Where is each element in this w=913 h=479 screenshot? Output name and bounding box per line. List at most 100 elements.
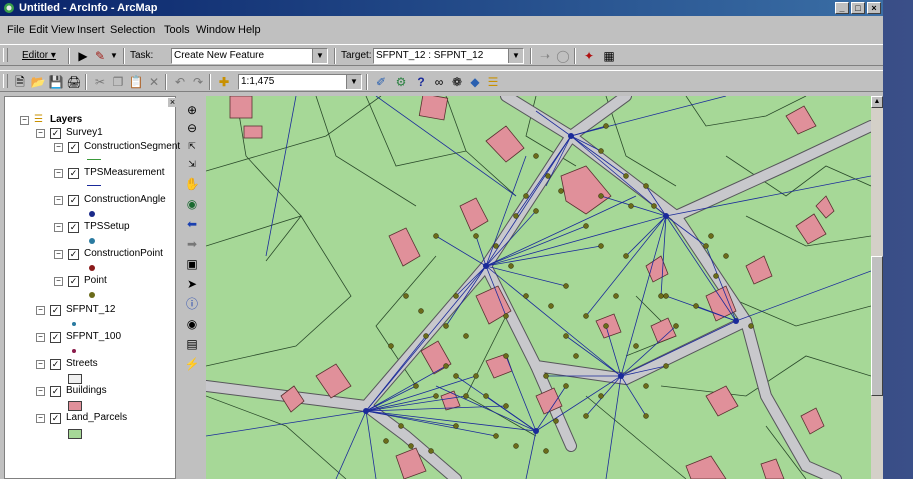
point-symbol	[89, 292, 95, 298]
redo-icon[interactable]: ↷	[190, 74, 206, 90]
collapse-icon[interactable]: −	[54, 169, 63, 178]
link-icon[interactable]: ∞	[431, 74, 447, 90]
layer-visibility-checkbox[interactable]: ✓	[68, 142, 79, 153]
open-folder-icon[interactable]: 📂	[30, 74, 46, 90]
network-icon[interactable]: ❁	[449, 74, 465, 90]
menu-view[interactable]: View	[51, 22, 75, 38]
toolbar-separator	[209, 74, 211, 90]
select-elements-icon[interactable]: ▣	[184, 256, 200, 272]
maximize-button[interactable]: □	[851, 2, 865, 14]
scrollbar-thumb[interactable]	[871, 256, 883, 396]
menu-edit[interactable]: Edit	[29, 22, 48, 38]
collapse-icon[interactable]: −	[36, 333, 45, 342]
layer-stack-icon[interactable]: ☰	[485, 74, 501, 90]
chevron-down-icon[interactable]: ▼	[106, 48, 122, 64]
collapse-icon[interactable]: −	[36, 387, 45, 396]
topology-tool-icon[interactable]: ✦	[581, 48, 597, 64]
close-button[interactable]: ×	[867, 2, 881, 14]
measure-icon[interactable]: ▤	[184, 336, 200, 352]
layer-visibility-checkbox[interactable]: ✓	[50, 413, 61, 424]
layer-visibility-checkbox[interactable]: ✓	[50, 128, 61, 139]
layer-visibility-checkbox[interactable]: ✓	[68, 168, 79, 179]
map-scale-dropdown[interactable]: 1:1,475 ▼	[238, 74, 362, 90]
sketch-properties-icon[interactable]: ◯	[555, 48, 571, 64]
toc-close-button[interactable]: ×	[168, 98, 177, 107]
menu-file[interactable]: File	[7, 22, 25, 38]
tools-toolbar: ⊕ ⊖ ⇱ ⇲ ✋ ◉ ⬅ ➡ ▣ ➤ ⓘ ◉ ▤ ⚡	[181, 96, 203, 479]
layer-visibility-checkbox[interactable]: ✓	[68, 222, 79, 233]
zoom-in-icon[interactable]: ⊕	[184, 102, 200, 118]
toolbar-grip[interactable]	[3, 74, 8, 88]
add-data-icon[interactable]: ✚	[216, 74, 232, 90]
model-builder-icon[interactable]: ◆	[467, 74, 483, 90]
toc-layer-label: Point	[84, 275, 107, 286]
attributes-table-icon[interactable]: ▦	[601, 48, 617, 64]
minimize-button[interactable]: _	[835, 2, 849, 14]
copy-icon[interactable]: ❐	[110, 74, 126, 90]
layer-visibility-checkbox[interactable]: ✓	[50, 359, 61, 370]
map-canvas[interactable]	[206, 96, 871, 479]
collapse-icon[interactable]: −	[36, 306, 45, 315]
cut-icon[interactable]: ✂	[92, 74, 108, 90]
new-document-icon[interactable]: 🗎	[12, 74, 28, 90]
line-symbol	[87, 159, 101, 160]
collapse-icon[interactable]: −	[54, 143, 63, 152]
sketch-line-icon[interactable]: ➝	[537, 48, 553, 64]
scroll-up-arrow-icon[interactable]: ▲	[871, 96, 883, 108]
target-dropdown[interactable]: SFPNT_12 : SFPNT_12 ▼	[373, 48, 524, 64]
save-icon[interactable]: 💾	[48, 74, 64, 90]
pan-icon[interactable]: ✋	[184, 176, 200, 192]
collapse-icon[interactable]: −	[54, 250, 63, 259]
zoom-out-icon[interactable]: ⊖	[184, 120, 200, 136]
line-symbol	[87, 185, 101, 186]
edit-tool-arrow-icon[interactable]: ▶	[75, 48, 91, 64]
hyperlink-icon[interactable]: ⚡	[184, 356, 200, 372]
chevron-down-icon[interactable]: ▼	[312, 49, 327, 63]
menu-window[interactable]: Window	[196, 22, 235, 38]
chevron-down-icon[interactable]: ▼	[346, 75, 361, 89]
collapse-icon[interactable]: −	[36, 360, 45, 369]
standard-toolbar: 🗎 📂 💾 🖨 ✂ ❐ 📋 ✕ ↶ ↷ ✚ 1:1,475 ▼ ✐ ⚙ ? ∞ …	[0, 70, 883, 92]
menu-bar: File Edit View Insert Selection Tools Wi…	[0, 22, 883, 38]
collapse-icon[interactable]: −	[54, 223, 63, 232]
toc-layer-label: Land_Parcels	[66, 412, 128, 423]
point-symbol	[72, 349, 76, 353]
map-display[interactable]	[206, 96, 871, 479]
delete-icon[interactable]: ✕	[146, 74, 162, 90]
fixed-zoom-in-icon[interactable]: ⇱	[184, 138, 200, 154]
collapse-icon[interactable]: −	[20, 116, 29, 125]
identify-icon[interactable]: ⓘ	[184, 296, 200, 312]
editor-toolbar-toggle-icon[interactable]: ✐	[373, 74, 389, 90]
paste-icon[interactable]: 📋	[128, 74, 144, 90]
task-dropdown[interactable]: Create New Feature ▼	[171, 48, 328, 64]
select-arrow-icon[interactable]: ➤	[184, 276, 200, 292]
layer-visibility-checkbox[interactable]: ✓	[50, 332, 61, 343]
collapse-icon[interactable]: −	[54, 196, 63, 205]
menu-help[interactable]: Help	[238, 22, 261, 38]
layer-visibility-checkbox[interactable]: ✓	[68, 276, 79, 287]
title-bar[interactable]: Untitled - ArcInfo - ArcMap _ □ ×	[0, 0, 883, 16]
fixed-zoom-out-icon[interactable]: ⇲	[184, 156, 200, 172]
layer-visibility-checkbox[interactable]: ✓	[50, 305, 61, 316]
map-vertical-scrollbar[interactable]: ▲	[871, 96, 883, 479]
collapse-icon[interactable]: −	[36, 129, 45, 138]
menu-tools[interactable]: Tools	[164, 22, 190, 38]
collapse-icon[interactable]: −	[36, 414, 45, 423]
toolbar-grip[interactable]	[3, 48, 8, 62]
back-extent-icon[interactable]: ⬅	[184, 216, 200, 232]
full-extent-icon[interactable]: ◉	[184, 196, 200, 212]
arccatalog-icon[interactable]: ⚙	[393, 74, 409, 90]
find-icon[interactable]: ◉	[184, 316, 200, 332]
layer-visibility-checkbox[interactable]: ✓	[68, 249, 79, 260]
chevron-down-icon[interactable]: ▼	[508, 49, 523, 63]
whats-this-help-icon[interactable]: ?	[413, 74, 429, 90]
menu-selection[interactable]: Selection	[110, 22, 155, 38]
collapse-icon[interactable]: −	[54, 277, 63, 286]
layer-visibility-checkbox[interactable]: ✓	[50, 386, 61, 397]
editor-menu-button[interactable]: Editor ▾	[22, 48, 56, 64]
print-icon[interactable]: 🖨	[66, 74, 82, 90]
layer-visibility-checkbox[interactable]: ✓	[68, 195, 79, 206]
undo-icon[interactable]: ↶	[172, 74, 188, 90]
forward-extent-icon[interactable]: ➡	[184, 236, 200, 252]
menu-insert[interactable]: Insert	[77, 22, 105, 38]
